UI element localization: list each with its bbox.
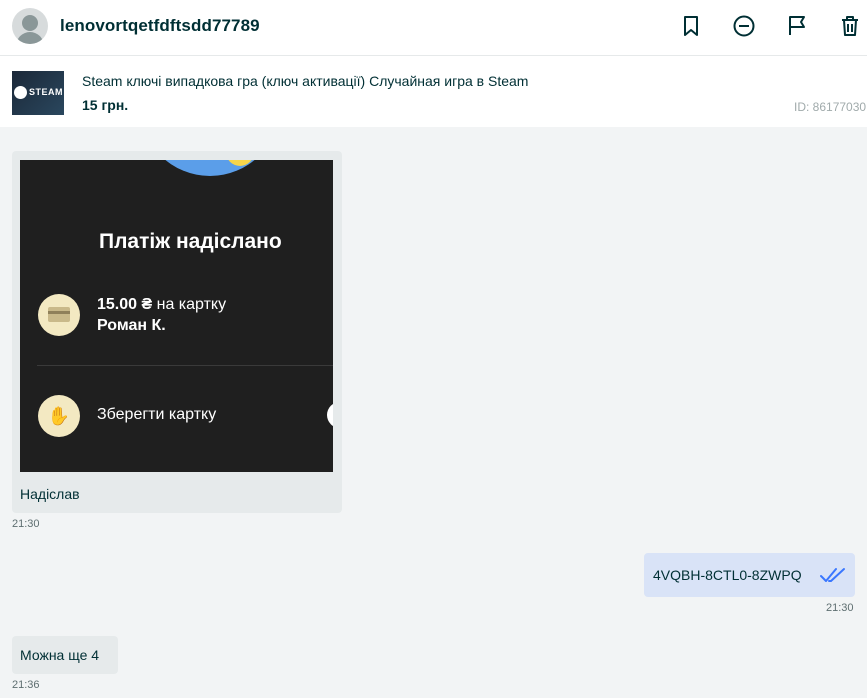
avatar-body-shape xyxy=(16,32,44,44)
payment-screenshot-image[interactable]: Платіж надіслано 15.00 ₴ на картку Роман… xyxy=(20,160,333,472)
avatar[interactable] xyxy=(12,8,48,44)
message-time: 21:36 xyxy=(12,679,40,691)
screenshot-recipient: Роман К. xyxy=(97,317,166,334)
bookmark-icon[interactable] xyxy=(679,14,703,38)
image-message-caption: Надіслав xyxy=(20,486,80,502)
flag-icon[interactable] xyxy=(785,14,809,38)
toggle-icon xyxy=(327,402,333,428)
minus-circle-icon[interactable] xyxy=(732,14,756,38)
screenshot-save-card: Зберегти картку xyxy=(97,406,217,423)
screenshot-divider xyxy=(37,365,333,366)
ad-price: 15 грн. xyxy=(82,97,129,113)
avatar-head-shape xyxy=(22,15,38,31)
ad-thumbnail-text: STEAM xyxy=(29,87,63,97)
username[interactable]: lenovortqetfdftsdd77789 xyxy=(60,16,260,36)
read-checkmarks-icon xyxy=(820,568,845,582)
ad-title[interactable]: Steam ключі випадкова гра (ключ активаці… xyxy=(82,73,528,89)
incoming-message-text: Можна ще 4 xyxy=(20,647,100,663)
ad-id: ID: 86177030 xyxy=(794,100,867,114)
trash-icon[interactable] xyxy=(838,14,862,38)
payment-illustration xyxy=(140,160,280,176)
outgoing-message-bubble: 4VQBH-8CTL0-8ZWPQ xyxy=(644,553,855,597)
screenshot-title: Платіж надіслано xyxy=(99,230,282,253)
message-time: 21:30 xyxy=(826,602,854,614)
screenshot-amount: 15.00 ₴ на картку xyxy=(97,296,227,313)
chat-header: lenovortqetfdftsdd77789 xyxy=(0,0,867,56)
steam-logo-icon xyxy=(14,86,27,99)
chat-messages[interactable]: Платіж надіслано 15.00 ₴ на картку Роман… xyxy=(0,127,867,698)
hand-wave-icon: ✋ xyxy=(38,395,80,437)
image-message-bubble: Платіж надіслано 15.00 ₴ на картку Роман… xyxy=(12,151,342,513)
message-time: 21:30 xyxy=(12,518,40,530)
card-icon xyxy=(48,307,70,322)
ad-summary[interactable]: STEAM Steam ключі випадкова гра (ключ ак… xyxy=(0,57,867,127)
outgoing-message-text: 4VQBH-8CTL0-8ZWPQ xyxy=(653,567,802,583)
ad-thumbnail[interactable]: STEAM xyxy=(12,71,64,115)
incoming-message-bubble: Можна ще 4 xyxy=(12,636,118,674)
